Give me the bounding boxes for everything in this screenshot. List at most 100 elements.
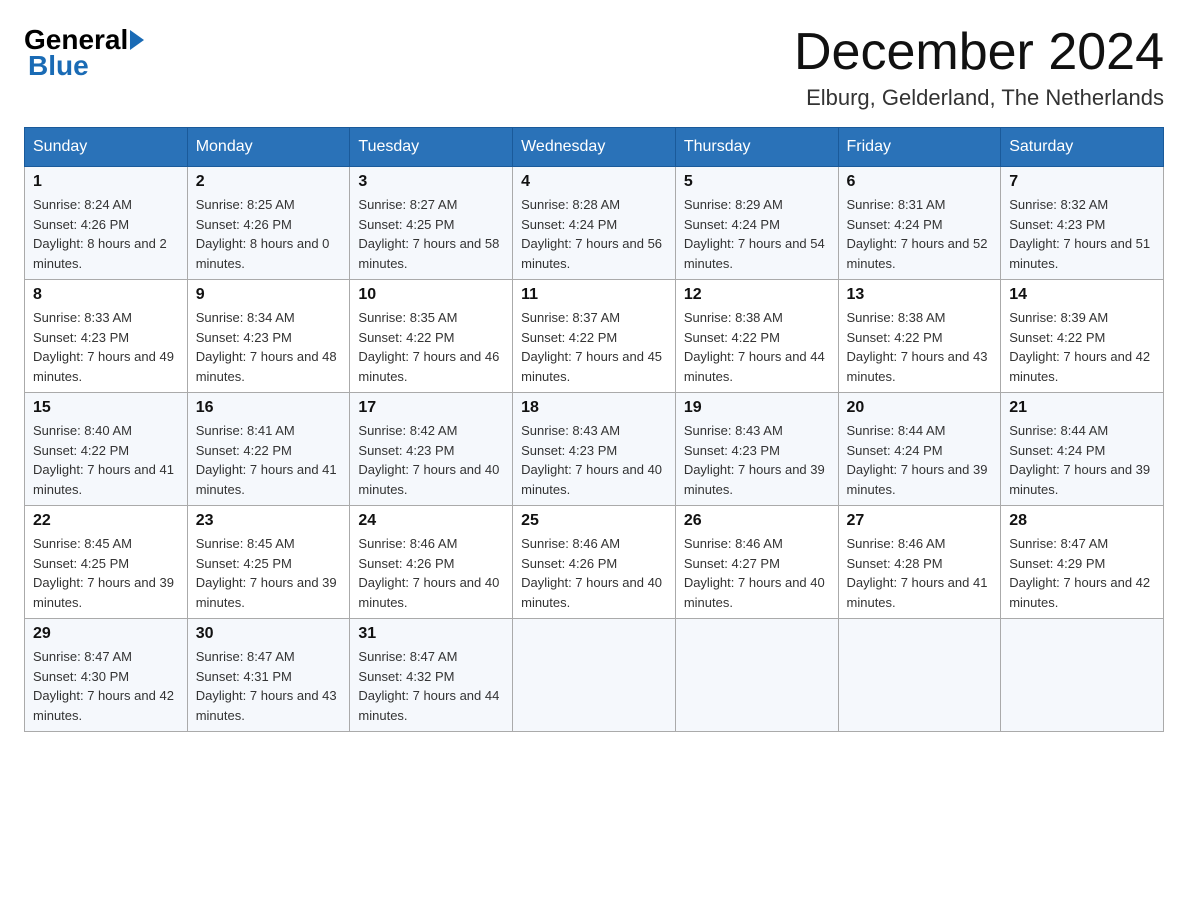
header-wednesday: Wednesday [513,128,676,167]
logo-blue-text: Blue [28,50,89,81]
calendar-day-cell: 4 Sunrise: 8:28 AM Sunset: 4:24 PM Dayli… [513,167,676,280]
calendar-day-cell: 23 Sunrise: 8:45 AM Sunset: 4:25 PM Dayl… [187,506,350,619]
day-number: 18 [521,399,667,417]
calendar-day-cell: 10 Sunrise: 8:35 AM Sunset: 4:22 PM Dayl… [350,280,513,393]
calendar-day-cell: 18 Sunrise: 8:43 AM Sunset: 4:23 PM Dayl… [513,393,676,506]
week-row-2: 8 Sunrise: 8:33 AM Sunset: 4:23 PM Dayli… [25,280,1164,393]
day-info: Sunrise: 8:44 AM Sunset: 4:24 PM Dayligh… [1009,421,1155,499]
day-info: Sunrise: 8:40 AM Sunset: 4:22 PM Dayligh… [33,421,179,499]
day-info: Sunrise: 8:33 AM Sunset: 4:23 PM Dayligh… [33,308,179,386]
calendar-day-cell: 5 Sunrise: 8:29 AM Sunset: 4:24 PM Dayli… [675,167,838,280]
day-number: 27 [847,512,993,530]
page-header: General Blue December 2024 Elburg, Gelde… [24,24,1164,111]
day-number: 12 [684,286,830,304]
day-number: 6 [847,173,993,191]
month-title: December 2024 [794,24,1164,81]
calendar-day-cell: 31 Sunrise: 8:47 AM Sunset: 4:32 PM Dayl… [350,619,513,732]
day-number: 7 [1009,173,1155,191]
logo-arrow-icon [130,30,144,50]
day-info: Sunrise: 8:24 AM Sunset: 4:26 PM Dayligh… [33,195,179,273]
calendar-day-cell: 20 Sunrise: 8:44 AM Sunset: 4:24 PM Dayl… [838,393,1001,506]
day-info: Sunrise: 8:41 AM Sunset: 4:22 PM Dayligh… [196,421,342,499]
day-info: Sunrise: 8:45 AM Sunset: 4:25 PM Dayligh… [33,534,179,612]
day-info: Sunrise: 8:42 AM Sunset: 4:23 PM Dayligh… [358,421,504,499]
calendar-day-cell: 2 Sunrise: 8:25 AM Sunset: 4:26 PM Dayli… [187,167,350,280]
day-info: Sunrise: 8:25 AM Sunset: 4:26 PM Dayligh… [196,195,342,273]
day-number: 30 [196,625,342,643]
header-saturday: Saturday [1001,128,1164,167]
day-number: 21 [1009,399,1155,417]
calendar-day-cell: 24 Sunrise: 8:46 AM Sunset: 4:26 PM Dayl… [350,506,513,619]
calendar-day-cell [513,619,676,732]
week-row-5: 29 Sunrise: 8:47 AM Sunset: 4:30 PM Dayl… [25,619,1164,732]
calendar-day-cell: 26 Sunrise: 8:46 AM Sunset: 4:27 PM Dayl… [675,506,838,619]
day-info: Sunrise: 8:35 AM Sunset: 4:22 PM Dayligh… [358,308,504,386]
header-thursday: Thursday [675,128,838,167]
header-monday: Monday [187,128,350,167]
calendar-day-cell: 13 Sunrise: 8:38 AM Sunset: 4:22 PM Dayl… [838,280,1001,393]
day-number: 15 [33,399,179,417]
day-info: Sunrise: 8:43 AM Sunset: 4:23 PM Dayligh… [521,421,667,499]
calendar-day-cell: 7 Sunrise: 8:32 AM Sunset: 4:23 PM Dayli… [1001,167,1164,280]
day-info: Sunrise: 8:38 AM Sunset: 4:22 PM Dayligh… [847,308,993,386]
calendar-day-cell: 28 Sunrise: 8:47 AM Sunset: 4:29 PM Dayl… [1001,506,1164,619]
calendar-day-cell: 15 Sunrise: 8:40 AM Sunset: 4:22 PM Dayl… [25,393,188,506]
day-info: Sunrise: 8:43 AM Sunset: 4:23 PM Dayligh… [684,421,830,499]
calendar-day-cell [838,619,1001,732]
day-info: Sunrise: 8:46 AM Sunset: 4:28 PM Dayligh… [847,534,993,612]
day-info: Sunrise: 8:46 AM Sunset: 4:27 PM Dayligh… [684,534,830,612]
calendar-day-cell: 1 Sunrise: 8:24 AM Sunset: 4:26 PM Dayli… [25,167,188,280]
day-number: 13 [847,286,993,304]
day-number: 2 [196,173,342,191]
day-number: 24 [358,512,504,530]
day-number: 22 [33,512,179,530]
day-number: 23 [196,512,342,530]
calendar-day-cell [675,619,838,732]
calendar-day-cell: 16 Sunrise: 8:41 AM Sunset: 4:22 PM Dayl… [187,393,350,506]
week-row-3: 15 Sunrise: 8:40 AM Sunset: 4:22 PM Dayl… [25,393,1164,506]
calendar-table: SundayMondayTuesdayWednesdayThursdayFrid… [24,127,1164,732]
day-number: 11 [521,286,667,304]
calendar-day-cell: 14 Sunrise: 8:39 AM Sunset: 4:22 PM Dayl… [1001,280,1164,393]
header-tuesday: Tuesday [350,128,513,167]
day-number: 29 [33,625,179,643]
calendar-day-cell: 27 Sunrise: 8:46 AM Sunset: 4:28 PM Dayl… [838,506,1001,619]
day-number: 8 [33,286,179,304]
calendar-day-cell: 25 Sunrise: 8:46 AM Sunset: 4:26 PM Dayl… [513,506,676,619]
day-info: Sunrise: 8:29 AM Sunset: 4:24 PM Dayligh… [684,195,830,273]
day-number: 31 [358,625,504,643]
calendar-day-cell: 11 Sunrise: 8:37 AM Sunset: 4:22 PM Dayl… [513,280,676,393]
calendar-day-cell: 8 Sunrise: 8:33 AM Sunset: 4:23 PM Dayli… [25,280,188,393]
day-info: Sunrise: 8:28 AM Sunset: 4:24 PM Dayligh… [521,195,667,273]
day-number: 14 [1009,286,1155,304]
day-info: Sunrise: 8:47 AM Sunset: 4:30 PM Dayligh… [33,647,179,725]
day-number: 17 [358,399,504,417]
day-info: Sunrise: 8:46 AM Sunset: 4:26 PM Dayligh… [521,534,667,612]
day-info: Sunrise: 8:39 AM Sunset: 4:22 PM Dayligh… [1009,308,1155,386]
day-info: Sunrise: 8:47 AM Sunset: 4:29 PM Dayligh… [1009,534,1155,612]
day-info: Sunrise: 8:34 AM Sunset: 4:23 PM Dayligh… [196,308,342,386]
day-info: Sunrise: 8:44 AM Sunset: 4:24 PM Dayligh… [847,421,993,499]
calendar-day-cell: 17 Sunrise: 8:42 AM Sunset: 4:23 PM Dayl… [350,393,513,506]
calendar-day-cell: 19 Sunrise: 8:43 AM Sunset: 4:23 PM Dayl… [675,393,838,506]
day-info: Sunrise: 8:47 AM Sunset: 4:32 PM Dayligh… [358,647,504,725]
day-info: Sunrise: 8:46 AM Sunset: 4:26 PM Dayligh… [358,534,504,612]
week-row-1: 1 Sunrise: 8:24 AM Sunset: 4:26 PM Dayli… [25,167,1164,280]
location-subtitle: Elburg, Gelderland, The Netherlands [794,85,1164,111]
day-number: 16 [196,399,342,417]
day-info: Sunrise: 8:47 AM Sunset: 4:31 PM Dayligh… [196,647,342,725]
day-number: 20 [847,399,993,417]
day-number: 28 [1009,512,1155,530]
day-number: 19 [684,399,830,417]
week-row-4: 22 Sunrise: 8:45 AM Sunset: 4:25 PM Dayl… [25,506,1164,619]
day-number: 5 [684,173,830,191]
calendar-day-cell: 3 Sunrise: 8:27 AM Sunset: 4:25 PM Dayli… [350,167,513,280]
day-number: 25 [521,512,667,530]
day-info: Sunrise: 8:32 AM Sunset: 4:23 PM Dayligh… [1009,195,1155,273]
day-info: Sunrise: 8:37 AM Sunset: 4:22 PM Dayligh… [521,308,667,386]
calendar-day-cell [1001,619,1164,732]
logo: General Blue [24,24,146,82]
day-info: Sunrise: 8:38 AM Sunset: 4:22 PM Dayligh… [684,308,830,386]
calendar-day-cell: 9 Sunrise: 8:34 AM Sunset: 4:23 PM Dayli… [187,280,350,393]
day-info: Sunrise: 8:31 AM Sunset: 4:24 PM Dayligh… [847,195,993,273]
